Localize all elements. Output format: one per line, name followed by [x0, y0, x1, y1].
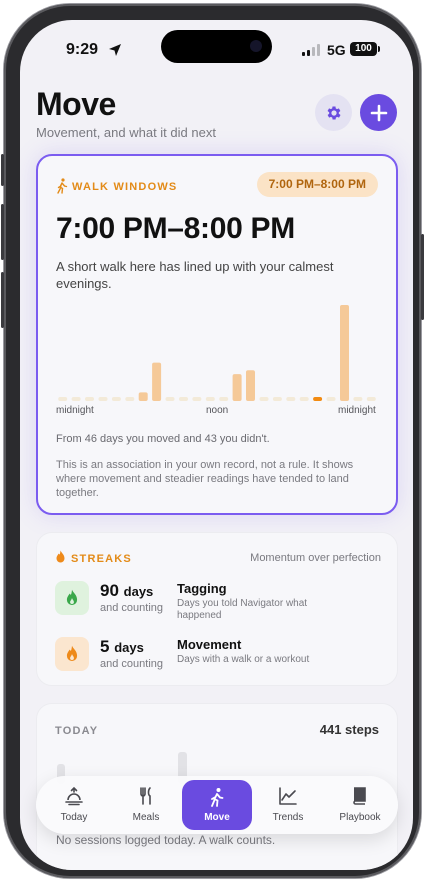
hour-bar-6 [138, 392, 148, 401]
status-time: 9:29 [66, 41, 99, 58]
hour-bar-21 [340, 305, 349, 401]
flame-icon [56, 550, 65, 563]
walk-windows-heading: WALK WINDOWS [72, 181, 178, 193]
battery-icon: 100 [350, 42, 377, 56]
tab-playbook[interactable]: Playbook [326, 776, 394, 834]
action-button [1, 154, 4, 186]
hour-bar-0 [58, 397, 68, 401]
streak-row-movement[interactable]: 5 days and counting Movement Days with a… [55, 637, 385, 675]
streak-row-tagging[interactable]: 90 days and counting Tagging Days you to… [55, 581, 385, 621]
tab-label: Trends [272, 812, 304, 823]
page-title: Move [36, 86, 116, 122]
flame-icon [66, 589, 78, 605]
today-empty-message: No sessions logged today. A walk counts. [56, 833, 276, 847]
tab-bar: Today Meals Move Trends Playbook [36, 776, 398, 834]
window-pill: 7:00 PM–8:00 PM [256, 172, 378, 197]
streak-label: Tagging [177, 581, 227, 596]
hour-bar-7 [152, 362, 162, 401]
signal-icon [302, 44, 320, 56]
axis-label-mid: noon [206, 405, 229, 416]
hour-bar-12 [219, 397, 229, 401]
book-icon [353, 787, 366, 805]
tab-label: Meals [132, 812, 160, 823]
tab-today[interactable]: Today [40, 776, 108, 834]
hour-bar-5 [125, 397, 135, 401]
walk-stat: From 46 days you moved and 43 you didn't… [56, 433, 270, 445]
hour-bar-13 [232, 374, 242, 401]
hour-bar-11 [205, 397, 215, 401]
location-arrow-icon [109, 44, 121, 56]
network-type: 5G [327, 42, 346, 58]
flame-icon [66, 645, 78, 661]
streak-description: Days with a walk or a workout [177, 654, 310, 665]
tab-move[interactable]: Move [182, 780, 252, 830]
today-heading: TODAY [55, 725, 99, 737]
streak-description: Days you told Navigator what happened [177, 598, 308, 621]
streak-unit: days [114, 640, 144, 655]
plus-icon [370, 104, 387, 121]
hour-bar-4 [111, 397, 121, 401]
volume-up-button [1, 204, 4, 260]
hour-bar-10 [192, 397, 202, 401]
tab-label: Today [60, 812, 88, 823]
streaks-card: STREAKS Momentum over perfection 90 days… [36, 532, 398, 686]
steps-count: 441 steps [319, 722, 379, 737]
hour-bar-17 [286, 397, 296, 401]
hour-bar-16 [272, 397, 282, 401]
add-button[interactable] [360, 94, 397, 131]
hour-bar-23 [366, 397, 376, 401]
walk-hour-chart [58, 305, 376, 401]
axis-label-end: midnight [338, 405, 376, 416]
sunrise-icon [65, 786, 83, 806]
tab-trends[interactable]: Trends [254, 776, 322, 834]
streak-unit: days [123, 584, 154, 599]
hour-bar-20 [326, 397, 336, 401]
tab-meals[interactable]: Meals [112, 776, 180, 834]
walking-icon [57, 178, 68, 194]
screen: 9:29 5G 100 Move Movement, and what it d… [20, 20, 413, 870]
hour-bar-2 [85, 397, 94, 401]
walk-windows-card[interactable]: WALK WINDOWS 7:00 PM–8:00 PM 7:00 PM–8:0… [36, 154, 398, 515]
streak-tile [55, 637, 89, 671]
hour-bar-19 [313, 397, 323, 401]
streak-count: 5 days [100, 637, 144, 657]
streak-tile [55, 581, 89, 615]
dynamic-island [161, 30, 272, 63]
gear-icon [327, 105, 341, 120]
walk-note: This is an association in your own recor… [56, 459, 354, 499]
streaks-tagline: Momentum over perfection [250, 552, 381, 564]
hour-bar-1 [71, 397, 81, 401]
status-bar: 9:29 5G 100 [20, 20, 413, 76]
tab-label: Move [204, 812, 230, 823]
axis-label-start: midnight [56, 405, 94, 416]
power-button [421, 234, 424, 320]
hour-bar-3 [98, 397, 108, 401]
settings-button[interactable] [315, 94, 352, 131]
phone-frame: 9:29 5G 100 Move Movement, and what it d… [1, 4, 424, 878]
streak-sub: and counting [100, 602, 163, 614]
hour-bar-22 [353, 397, 363, 401]
chart-icon [279, 787, 297, 805]
streak-count: 90 days [100, 581, 153, 601]
hour-bar-15 [259, 397, 269, 401]
tab-label: Playbook [339, 812, 381, 823]
streak-label: Movement [177, 637, 242, 652]
streak-count-value: 5 [100, 637, 110, 656]
hour-bar-8 [165, 397, 175, 401]
streaks-heading: STREAKS [71, 553, 132, 565]
hour-bar-18 [299, 397, 309, 401]
walking-icon [211, 788, 224, 807]
hour-bar-9 [179, 397, 188, 401]
page-subtitle: Movement, and what it did next [36, 125, 216, 140]
hour-bar-14 [246, 370, 255, 401]
volume-down-button [1, 272, 4, 328]
fork-knife-icon [140, 787, 151, 805]
walk-window-time: 7:00 PM–8:00 PM [56, 212, 295, 245]
streak-count-value: 90 [100, 581, 119, 600]
streak-sub: and counting [100, 658, 163, 670]
